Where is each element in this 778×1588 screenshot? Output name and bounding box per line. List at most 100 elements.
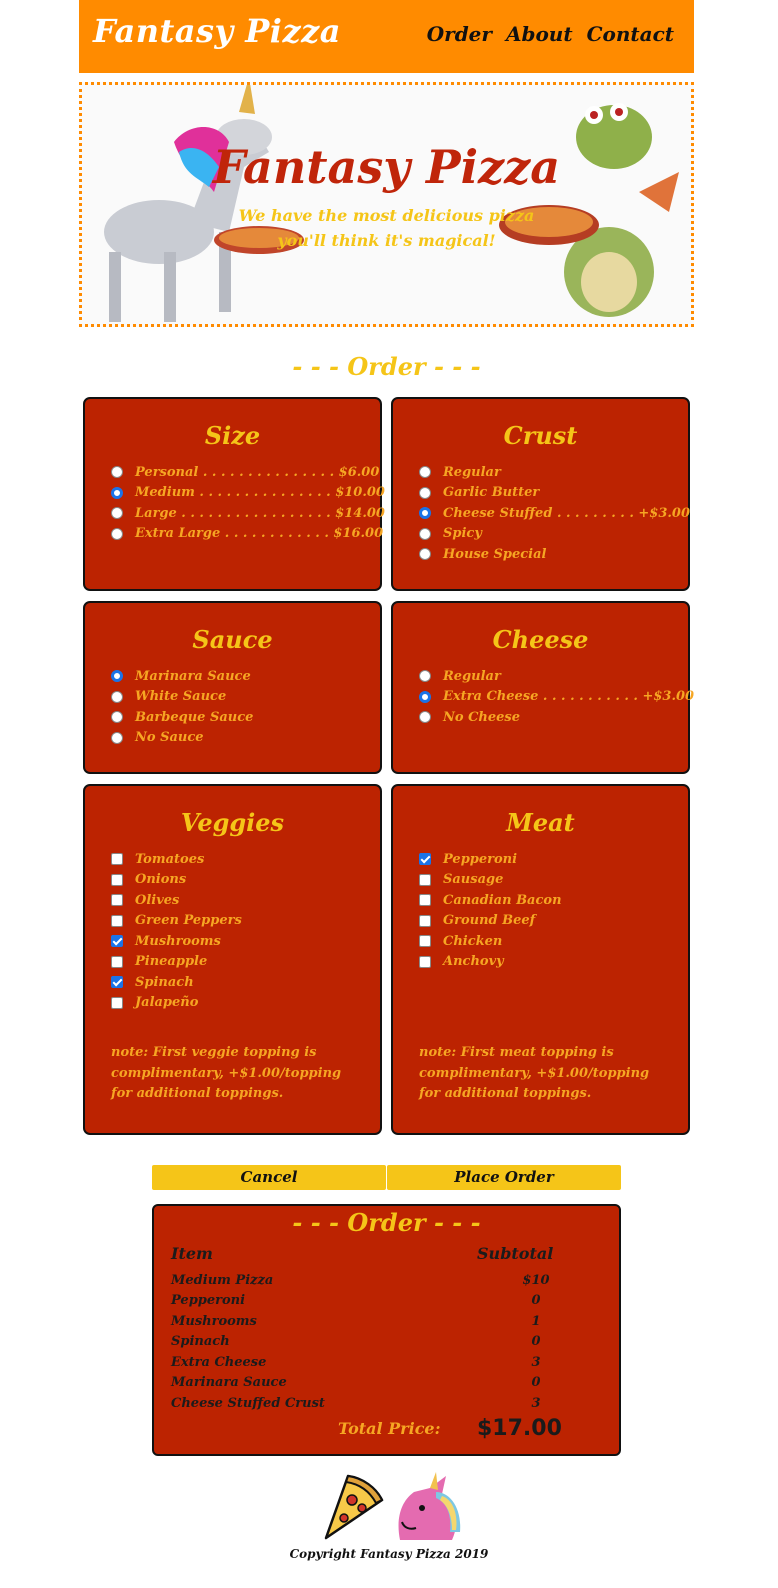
size-option-medium[interactable]: Medium . . . . . . . . . . . . . . . $10… (85, 483, 385, 504)
cheese-option-extra[interactable]: Extra Cheese . . . . . . . . . . . +$3.0… (393, 687, 694, 708)
checkbox[interactable] (111, 873, 123, 886)
cheese-option-regular[interactable]: Regular (393, 666, 688, 687)
sauce-option-barbeque[interactable]: Barbeque Sauce (85, 707, 380, 728)
radio-button[interactable] (419, 690, 431, 703)
veggie-option-onions[interactable]: Onions (85, 870, 380, 891)
row-item: Spinach (171, 1334, 230, 1350)
checkbox[interactable] (419, 853, 431, 866)
size-option-personal[interactable]: Personal . . . . . . . . . . . . . . . $… (85, 462, 380, 483)
row-item: Pepperoni (171, 1293, 246, 1309)
option-label: Jalapeño (135, 995, 199, 1011)
crust-option-house-special[interactable]: House Special (393, 544, 688, 565)
radio-button[interactable] (419, 466, 431, 479)
checkbox[interactable] (111, 996, 123, 1009)
checkbox[interactable] (419, 873, 431, 886)
crust-title: Crust (503, 421, 578, 450)
size-option-large[interactable]: Large . . . . . . . . . . . . . . . . . … (85, 503, 385, 524)
radio-button[interactable] (111, 731, 123, 744)
crust-option-regular[interactable]: Regular (393, 462, 688, 483)
unicorn-illustration (104, 85, 304, 322)
option-label: House Special (443, 546, 547, 562)
nav-order-link[interactable]: Order (427, 22, 492, 46)
veggie-option-spinach[interactable]: Spinach (85, 972, 380, 993)
radio-button[interactable] (419, 486, 431, 499)
checkbox[interactable] (419, 914, 431, 927)
radio-button[interactable] (111, 486, 123, 499)
place-order-button[interactable]: Place Order (387, 1165, 621, 1190)
brand-logo[interactable]: Fantasy Pizza (93, 12, 341, 50)
veggie-option-olives[interactable]: Olives (85, 890, 380, 911)
crust-option-cheese-stuffed[interactable]: Cheese Stuffed . . . . . . . . . +$3.00 (393, 503, 690, 524)
radio-button[interactable] (419, 548, 431, 561)
meat-option-anchovy[interactable]: Anchovy (393, 952, 688, 973)
option-label: Extra Cheese . . . . . . . . . . . +$3.0… (443, 689, 695, 705)
option-label: Medium . . . . . . . . . . . . . . . $10… (135, 485, 385, 501)
checkbox[interactable] (111, 914, 123, 927)
total-price-value: $17.00 (477, 1416, 562, 1441)
checkbox[interactable] (111, 853, 123, 866)
nav-contact-link[interactable]: Contact (587, 22, 674, 46)
summary-col-subtotal: Subtotal (477, 1244, 554, 1263)
radio-button[interactable] (111, 507, 123, 520)
option-label: Pineapple (135, 954, 208, 970)
sauce-option-white[interactable]: White Sauce (85, 687, 380, 708)
checkbox[interactable] (419, 935, 431, 948)
option-label: Garlic Butter (443, 485, 540, 501)
checkbox[interactable] (111, 935, 123, 948)
table-row: Spinach 0 (171, 1332, 601, 1353)
veggie-option-jalapeno[interactable]: Jalapeño (85, 993, 380, 1014)
table-row: Cheese Stuffed Crust 3 (171, 1393, 601, 1414)
hero-subtitle: We have the most delicious pizza you'll … (82, 203, 691, 253)
table-row: Extra Cheese 3 (171, 1352, 601, 1373)
radio-button[interactable] (111, 466, 123, 479)
checkbox[interactable] (419, 894, 431, 907)
unicorn-icon (398, 1472, 461, 1540)
cancel-button[interactable]: Cancel (152, 1165, 386, 1190)
checkbox[interactable] (111, 976, 123, 989)
hero-banner: Fantasy Pizza We have the most delicious… (79, 82, 694, 327)
checkbox[interactable] (419, 955, 431, 968)
meat-option-canadian-bacon[interactable]: Canadian Bacon (393, 890, 688, 911)
radio-button[interactable] (111, 670, 123, 683)
radio-button[interactable] (419, 527, 431, 540)
summary-col-item: Item (171, 1244, 213, 1263)
radio-button[interactable] (111, 690, 123, 703)
row-subtotal: 0 (531, 1375, 541, 1391)
sauce-option-marinara[interactable]: Marinara Sauce (85, 666, 380, 687)
row-item: Cheese Stuffed Crust (171, 1395, 325, 1411)
radio-button[interactable] (419, 670, 431, 683)
veggie-option-green-peppers[interactable]: Green Peppers (85, 911, 380, 932)
option-label: Spinach (135, 974, 194, 990)
veggies-panel: Veggies Tomatoes Onions Olives Green Pep… (83, 784, 382, 1135)
option-label: Barbeque Sauce (135, 709, 254, 725)
option-label: Anchovy (443, 954, 504, 970)
checkbox[interactable] (111, 894, 123, 907)
size-option-extra-large[interactable]: Extra Large . . . . . . . . . . . . $16.… (85, 524, 383, 545)
sauce-option-none[interactable]: No Sauce (85, 728, 380, 749)
row-subtotal: 0 (531, 1293, 541, 1309)
veggie-option-tomatoes[interactable]: Tomatoes (85, 849, 380, 870)
radio-button[interactable] (419, 711, 431, 724)
meat-option-pepperoni[interactable]: Pepperoni (393, 849, 688, 870)
meat-option-chicken[interactable]: Chicken (393, 931, 688, 952)
cheese-option-none[interactable]: No Cheese (393, 707, 688, 728)
crust-option-garlic-butter[interactable]: Garlic Butter (393, 483, 688, 504)
summary-title: - - - Order - - - (292, 1208, 481, 1237)
footer-icons (324, 1472, 461, 1540)
option-label: Sausage (443, 872, 504, 888)
table-row: Medium Pizza $10 (171, 1270, 601, 1291)
radio-button[interactable] (111, 711, 123, 724)
row-subtotal: 0 (531, 1334, 541, 1350)
veggie-option-mushrooms[interactable]: Mushrooms (85, 931, 380, 952)
copyright-text: Copyright Fantasy Pizza 2019 (289, 1547, 489, 1561)
crust-option-spicy[interactable]: Spicy (393, 524, 688, 545)
checkbox[interactable] (111, 955, 123, 968)
option-label: Large . . . . . . . . . . . . . . . . . … (135, 505, 385, 521)
radio-button[interactable] (111, 527, 123, 540)
radio-button[interactable] (419, 507, 431, 520)
nav-about-link[interactable]: About (506, 22, 573, 46)
meat-option-sausage[interactable]: Sausage (393, 870, 688, 891)
veggie-option-pineapple[interactable]: Pineapple (85, 952, 380, 973)
table-row: Marinara Sauce 0 (171, 1373, 601, 1394)
meat-option-ground-beef[interactable]: Ground Beef (393, 911, 688, 932)
